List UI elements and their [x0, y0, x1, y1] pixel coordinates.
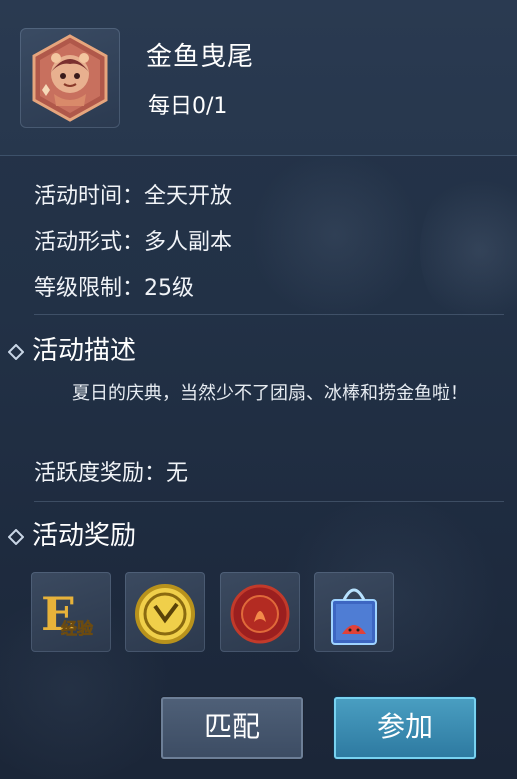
divider — [34, 501, 504, 502]
daily-count: 每日0/1 — [148, 94, 228, 119]
activity-form: 活动形式：多人副本 — [34, 230, 233, 255]
diamond-bullet-icon — [8, 343, 24, 360]
activity-header: 金鱼曳尾 每日0/1 — [0, 0, 517, 156]
wax-seal-icon — [230, 584, 290, 644]
description-heading: 活动描述 — [32, 336, 137, 366]
background-decoration — [250, 150, 420, 320]
activity-time: 活动时间：全天开放 — [34, 184, 233, 209]
reward-item-exp[interactable]: E 经验 — [31, 572, 111, 652]
exp-label: 经验 — [61, 619, 94, 638]
exp-icon: E 经验 — [41, 587, 94, 641]
reward-item-coin[interactable] — [125, 572, 205, 652]
match-button[interactable]: 匹配 — [161, 697, 303, 759]
coin-icon — [135, 584, 195, 644]
diamond-bullet-icon — [8, 528, 24, 545]
activity-reward-text: 活跃度奖励：无 — [34, 461, 189, 486]
activity-title: 金鱼曳尾 — [146, 42, 255, 72]
rewards-heading: 活动奖励 — [32, 521, 137, 551]
rewards-section: 活动奖励 — [8, 515, 136, 552]
divider — [34, 314, 504, 315]
description-text: 夏日的庆典，当然少不了团扇、冰棒和捞金鱼啦！ — [72, 383, 468, 404]
reward-item-seal[interactable] — [220, 572, 300, 652]
reward-item-gift[interactable] — [314, 572, 394, 652]
goldfish-girl-icon — [32, 34, 108, 122]
activity-icon-frame — [20, 28, 120, 128]
join-button[interactable]: 参加 — [334, 697, 476, 759]
description-section: 活动描述 — [8, 330, 136, 367]
background-decoration — [420, 170, 517, 330]
activity-panel: 金鱼曳尾 每日0/1 活动时间：全天开放 活动形式：多人副本 等级限制：25级 … — [0, 0, 517, 779]
level-limit: 等级限制：25级 — [34, 276, 194, 301]
gift-bag-icon — [331, 588, 377, 645]
